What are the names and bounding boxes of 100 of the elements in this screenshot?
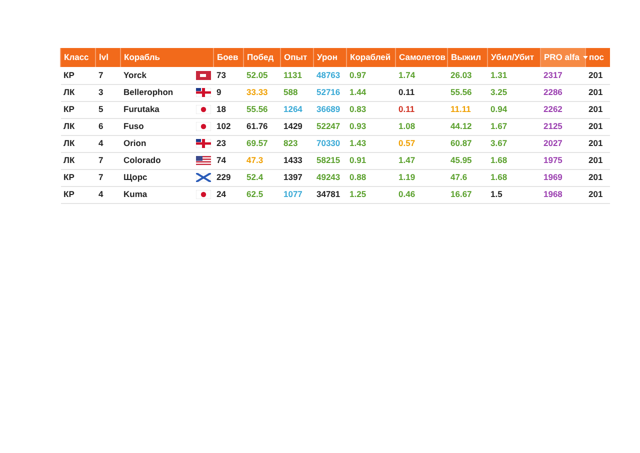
table-cell: 0.46 (396, 186, 448, 203)
table-cell: 588 (280, 84, 314, 101)
table-cell: 4 (96, 186, 120, 203)
column-header[interactable]: Урон (314, 48, 346, 67)
table-cell: ЛК (60, 84, 96, 101)
table-cell: 201 (586, 67, 610, 84)
table-cell: 4 (96, 135, 120, 152)
table-cell: 48763 (314, 67, 346, 84)
table-cell: 62.5 (244, 186, 280, 203)
table-cell: 3 (96, 84, 120, 101)
table-cell: 69.57 (244, 135, 280, 152)
table-cell: 1975 (540, 152, 586, 169)
table-cell: 11.11 (448, 101, 488, 118)
column-header[interactable]: Самолетов (396, 48, 448, 67)
table-cell: 0.91 (346, 152, 396, 169)
table-cell: 0.97 (346, 67, 396, 84)
column-header[interactable]: PRO alfa (540, 48, 586, 67)
table-cell: 3.67 (488, 135, 540, 152)
table-cell: 1.31 (488, 67, 540, 84)
table-cell: 3.25 (488, 84, 540, 101)
column-header[interactable]: Убил/Убит (488, 48, 540, 67)
table-cell: 52.05 (244, 67, 280, 84)
flag-icon (196, 88, 210, 97)
table-cell: КР (60, 101, 96, 118)
table-cell: ЛК (60, 152, 96, 169)
table-cell: 45.95 (448, 152, 488, 169)
table-cell: 1.5 (488, 186, 540, 203)
column-header[interactable]: Побед (244, 48, 280, 67)
table-cell: 9 (214, 84, 244, 101)
table-cell: 0.11 (396, 84, 448, 101)
table-cell: КР (60, 169, 96, 186)
table-cell: 0.83 (346, 101, 396, 118)
table-cell: 60.87 (448, 135, 488, 152)
table-cell: 0.93 (346, 118, 396, 135)
column-header[interactable]: Корабль (120, 48, 214, 67)
flag-icon (196, 139, 210, 148)
table-cell: 74 (214, 152, 244, 169)
table-cell: 2286 (540, 84, 586, 101)
table-cell: 23 (214, 135, 244, 152)
ship-name: Colorado (124, 154, 161, 167)
column-header[interactable]: Класс (60, 48, 96, 67)
table-cell: 1968 (540, 186, 586, 203)
flag-icon (196, 173, 210, 182)
ship-name: Fuso (124, 120, 144, 133)
table-cell: 1.43 (346, 135, 396, 152)
table-cell: 201 (586, 152, 610, 169)
table-cell: 1397 (280, 169, 314, 186)
table-cell: 7 (96, 67, 120, 84)
column-header[interactable]: lvl (96, 48, 120, 67)
table-cell: ЛК (60, 118, 96, 135)
table-cell: 55.56 (244, 101, 280, 118)
ship-name: Щорс (124, 171, 148, 184)
table-cell: 61.76 (244, 118, 280, 135)
flag-icon (196, 190, 210, 199)
table-cell: 1.44 (346, 84, 396, 101)
table-cell: 44.12 (448, 118, 488, 135)
ship-name: Furutaka (124, 103, 160, 116)
column-header[interactable]: Кораблей (346, 48, 396, 67)
table-cell: 201 (586, 135, 610, 152)
table-cell: 102 (214, 118, 244, 135)
table-cell: 1.19 (396, 169, 448, 186)
table-cell: 16.67 (448, 186, 488, 203)
table-cell: 24 (214, 186, 244, 203)
table-cell: 5 (96, 101, 120, 118)
table-cell: 1.68 (488, 169, 540, 186)
table-cell: 201 (586, 186, 610, 203)
table-cell: 201 (586, 169, 610, 186)
table-cell: 49243 (314, 169, 346, 186)
table-cell: 2317 (540, 67, 586, 84)
table-cell: 52247 (314, 118, 346, 135)
ship-name: Kuma (124, 188, 148, 201)
table-cell: 1.08 (396, 118, 448, 135)
flag-icon (196, 122, 210, 131)
column-header[interactable]: пос (586, 48, 610, 67)
table-cell: 201 (586, 118, 610, 135)
table-cell: 229 (214, 169, 244, 186)
table-cell: КР (60, 67, 96, 84)
table-cell: 1077 (280, 186, 314, 203)
table-cell: 33.33 (244, 84, 280, 101)
table-cell: 47.6 (448, 169, 488, 186)
table-cell: 55.56 (448, 84, 488, 101)
table-cell: 6 (96, 118, 120, 135)
table-cell: 0.88 (346, 169, 396, 186)
table-cell: 18 (214, 101, 244, 118)
table-cell: 0.11 (396, 101, 448, 118)
table-cell: 7 (96, 169, 120, 186)
table-cell: 0.57 (396, 135, 448, 152)
column-header[interactable]: Боев (214, 48, 244, 67)
table-cell: 70330 (314, 135, 346, 152)
table-cell: 2262 (540, 101, 586, 118)
table-cell: 52716 (314, 84, 346, 101)
table-cell: 2027 (540, 135, 586, 152)
table-cell: 1433 (280, 152, 314, 169)
ship-name: Orion (124, 137, 146, 150)
ship-name: Yorck (124, 68, 146, 82)
column-header[interactable]: Опыт (280, 48, 314, 67)
table-cell: 26.03 (448, 67, 488, 84)
table-cell: 1.68 (488, 152, 540, 169)
column-header[interactable]: Выжил (448, 48, 488, 67)
ship-name: Bellerophon (124, 86, 174, 99)
